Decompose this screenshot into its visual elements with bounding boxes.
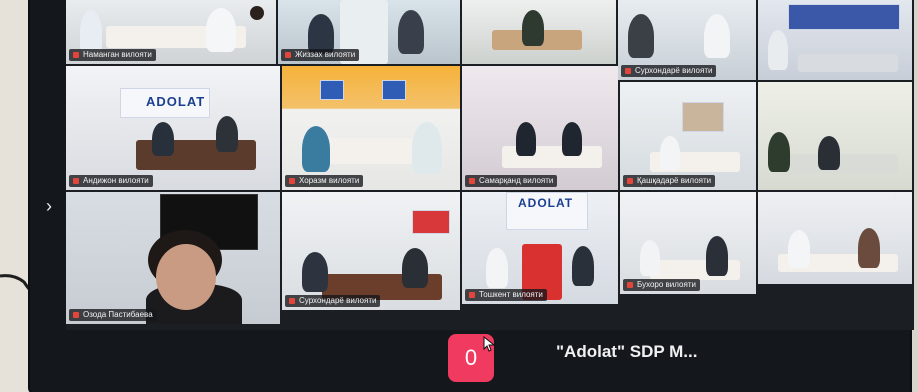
video-tile[interactable] (758, 0, 912, 80)
participant (768, 30, 788, 70)
participant (486, 248, 508, 288)
participant (628, 14, 654, 58)
video-tile[interactable]: Хоразм вилояти (282, 66, 460, 190)
video-tile[interactable]: Наманган вилояти (66, 0, 276, 64)
meeting-title: "Adolat" SDP M... (556, 342, 698, 361)
tile-label: Қашқадарё вилояти (623, 175, 716, 187)
video-feed (66, 66, 280, 190)
participant (80, 10, 102, 54)
video-feed (462, 66, 618, 190)
participant (660, 136, 680, 170)
participant (302, 126, 330, 172)
tile-label: Тошкент вилояти (465, 289, 547, 301)
participant (640, 240, 660, 276)
video-tile[interactable]: Қашқадарё вилояти (620, 82, 756, 190)
participant (308, 14, 334, 54)
participant (398, 10, 424, 54)
participant-head (250, 6, 264, 20)
mouse-cursor-icon (483, 336, 496, 352)
previous-page-icon[interactable]: › (42, 196, 56, 216)
participant (706, 236, 728, 276)
tile-label: Жиззах вилояти (281, 49, 360, 61)
video-tile[interactable] (462, 0, 616, 64)
participant (522, 10, 544, 46)
tile-label: Наманган вилояти (69, 49, 156, 61)
video-tile[interactable]: Сурхондарё вилояти (618, 0, 756, 80)
window (682, 102, 724, 132)
tile-label: Андижон вилояти (69, 175, 153, 187)
video-grid: Наманган вилояти Жиззах вилояти Сурхонда… (66, 0, 914, 330)
tile-label: Бухоро вилояти (623, 279, 700, 291)
participant (562, 122, 582, 156)
participant (302, 252, 328, 292)
tile-label: Самарқанд вилояти (465, 175, 558, 187)
cable (0, 274, 30, 292)
video-tile[interactable]: Самарқанд вилояти (462, 66, 618, 190)
participant (788, 230, 810, 268)
participant (206, 8, 236, 52)
party-logo (382, 80, 406, 100)
video-tile[interactable]: ADOLAT Тошкент вилояти (462, 192, 618, 304)
participant (152, 122, 174, 156)
video-feed (620, 82, 756, 190)
participant (572, 246, 594, 286)
video-tile[interactable]: Озода Пастибаева (66, 192, 280, 324)
video-tile[interactable] (758, 82, 912, 190)
party-logo (320, 80, 344, 100)
tile-label: Озода Пастибаева (69, 309, 157, 321)
meeting-table (798, 54, 898, 72)
participant (516, 122, 536, 156)
participant (704, 14, 730, 58)
video-tile[interactable]: ADOLAT Андижон вилояти (66, 66, 280, 190)
participant (768, 132, 790, 172)
video-tile[interactable]: Жиззах вилояти (278, 0, 460, 64)
next-page-icon[interactable]: › (888, 186, 902, 206)
participant (216, 116, 238, 152)
party-logo (412, 210, 450, 234)
tile-label: Хоразм вилояти (285, 175, 364, 187)
tile-label: Сурхондарё вилояти (621, 65, 717, 77)
participant (412, 122, 442, 174)
video-tile[interactable]: Сурхондарё вилояти (282, 192, 460, 310)
banner-text: ADOLAT (146, 94, 206, 109)
participant (818, 136, 840, 170)
participant (858, 228, 880, 268)
video-tile[interactable]: Бухоро вилояти (620, 192, 756, 294)
banner-text: ADOLAT (518, 196, 574, 210)
participant (402, 248, 428, 288)
party-banner (788, 4, 900, 30)
tile-label: Сурхондарё вилояти (285, 295, 381, 307)
participant-face (156, 244, 216, 310)
